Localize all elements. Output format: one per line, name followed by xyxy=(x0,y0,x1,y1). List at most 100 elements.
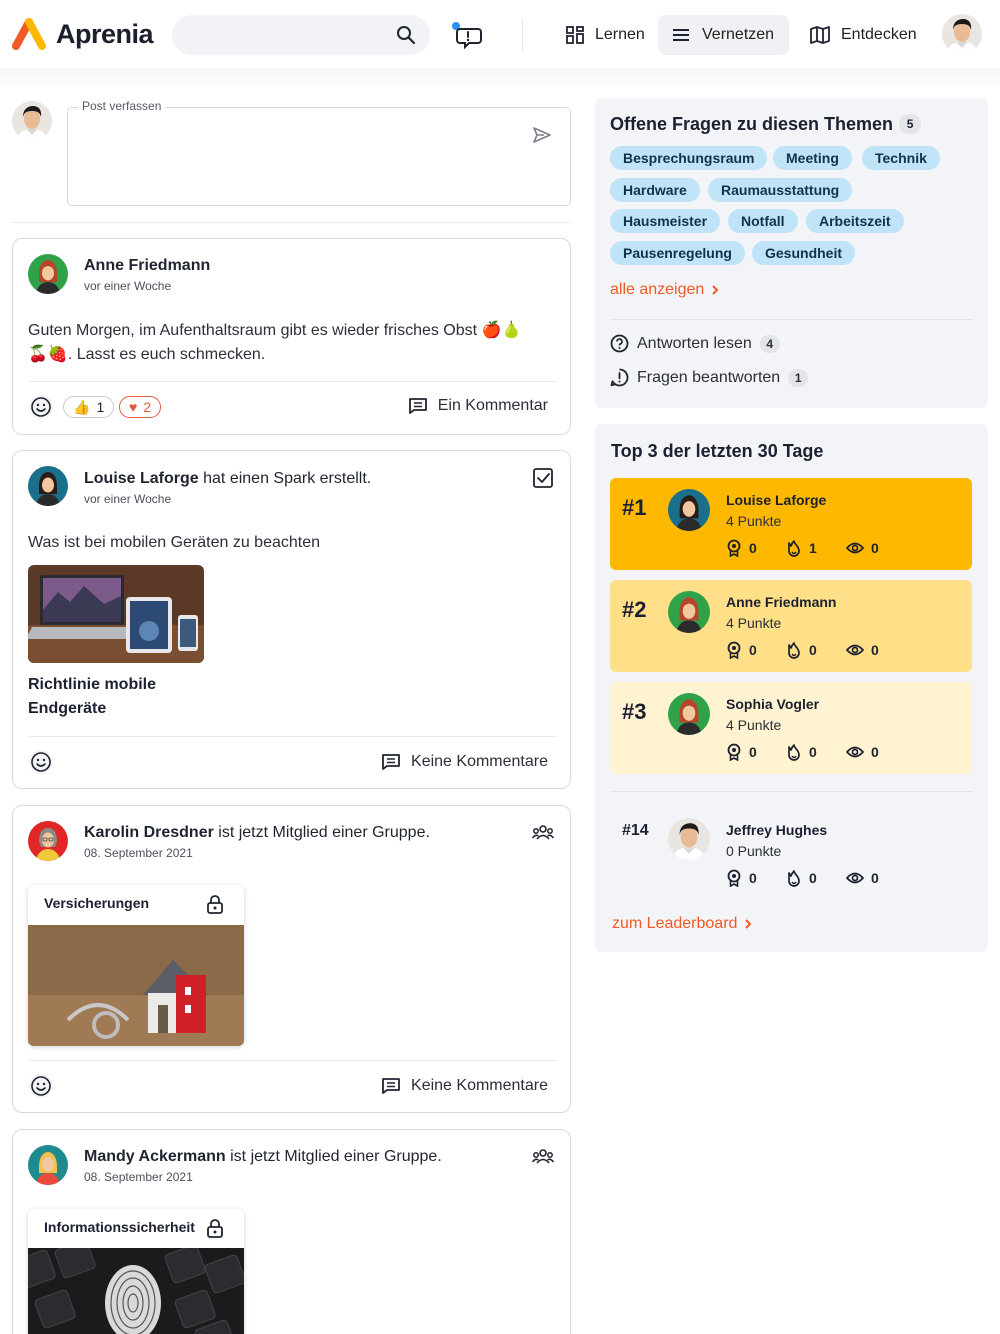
avatar[interactable] xyxy=(28,466,68,506)
spark-chat-icon[interactable] xyxy=(450,20,484,50)
tag-chip[interactable]: Raumausstattung xyxy=(708,178,853,202)
avatar xyxy=(668,591,710,633)
leader-name: Anne Friedmann xyxy=(726,594,837,610)
badge-icon xyxy=(727,641,741,659)
comments-button[interactable]: Keine Kommentare xyxy=(381,1077,548,1095)
leaderboard-entry-me[interactable]: #14 Jeffrey Hughes 0 Punkte 0 0 0 xyxy=(610,804,972,896)
leader-stats: 0 0 0 xyxy=(726,869,906,887)
post-author[interactable]: Louise Laforge hat einen Spark erstellt. xyxy=(84,470,371,488)
heart-icon: ♥ xyxy=(129,399,138,415)
tag-chip[interactable]: Technik xyxy=(862,146,940,170)
leader-points: 0 Punkte xyxy=(726,843,782,859)
count-badge: 5 xyxy=(899,114,922,134)
logo[interactable]: Aprenia xyxy=(12,18,154,50)
top-navbar: Aprenia Lernen Vernetzen Entdecken xyxy=(0,0,1000,68)
group-card[interactable]: Informationssicherheit xyxy=(28,1209,244,1334)
nav-entdecken[interactable]: Entdecken xyxy=(797,15,929,55)
leader-name: Sophia Vogler xyxy=(726,696,820,712)
checkbox-icon[interactable] xyxy=(532,467,554,489)
eye-icon xyxy=(846,542,864,554)
rank: #14 xyxy=(622,822,649,839)
nav-divider xyxy=(522,18,523,52)
badge-icon xyxy=(727,539,741,557)
nav-vernetzen[interactable]: Vernetzen xyxy=(658,15,789,55)
tag-chip[interactable]: Arbeitszeit xyxy=(806,209,904,233)
leaderboard-panel: Top 3 der letzten 30 Tage #1 Louise Lafo… xyxy=(595,424,988,952)
post-text: Was ist bei mobilen Geräten zu beachten xyxy=(28,534,321,551)
reaction-thumbs[interactable]: 👍 1 xyxy=(63,396,115,418)
rank: #1 xyxy=(622,495,647,520)
spark-thumbnail[interactable] xyxy=(28,565,204,663)
user-avatar[interactable] xyxy=(942,14,982,54)
tag-chip[interactable]: Gesundheit xyxy=(752,241,856,265)
post-card: Louise Laforge hat einen Spark erstellt.… xyxy=(12,450,571,789)
tag-chip[interactable]: Hausmeister xyxy=(610,209,721,233)
open-questions-panel: Offene Fragen zu diesen Themen 5 Besprech… xyxy=(595,98,988,408)
chevron-right-icon xyxy=(745,919,752,929)
comments-button[interactable]: Keine Kommentare xyxy=(381,753,548,771)
nav-vernetzen-label: Vernetzen xyxy=(702,26,775,43)
leaderboard-entry[interactable]: #1 Louise Laforge 4 Punkte 0 1 0 xyxy=(610,478,972,570)
badge-icon xyxy=(727,743,741,761)
reaction-count: 2 xyxy=(143,399,152,415)
card-divider xyxy=(28,736,557,737)
lock-icon xyxy=(207,895,223,914)
exclamation-bubble-icon xyxy=(610,368,629,387)
nav-entdecken-label: Entdecken xyxy=(841,26,917,43)
list-icon xyxy=(673,29,689,41)
post-time: vor einer Woche xyxy=(84,492,172,506)
spark-title[interactable]: Richtlinie mobile Endgeräte xyxy=(28,673,156,721)
leader-points: 4 Punkte xyxy=(726,615,782,631)
post-author[interactable]: Anne Friedmann xyxy=(84,257,210,275)
tag-chip[interactable]: Pausenregelung xyxy=(610,241,745,265)
answer-questions-link[interactable]: Fragen beantworten 1 xyxy=(610,368,809,387)
post-author[interactable]: Karolin Dresdner ist jetzt Mitglied eine… xyxy=(84,824,430,842)
search-input[interactable] xyxy=(172,15,430,55)
leaderboard-link[interactable]: zum Leaderboard xyxy=(612,915,753,933)
leader-points: 4 Punkte xyxy=(726,717,782,733)
read-answers-link[interactable]: Antworten lesen 4 xyxy=(610,334,780,353)
tag-chip[interactable]: Besprechungsraum xyxy=(610,146,768,170)
post-card: Mandy Ackermann ist jetzt Mitglied einer… xyxy=(12,1129,571,1334)
panel-title: Top 3 der letzten 30 Tage xyxy=(611,441,824,461)
comments-button[interactable]: Ein Kommentar xyxy=(408,397,548,415)
post-author[interactable]: Mandy Ackermann ist jetzt Mitglied einer… xyxy=(84,1148,442,1166)
leader-stats: 0 1 0 xyxy=(726,539,906,557)
post-time: 08. September 2021 xyxy=(84,1170,193,1184)
show-all-link[interactable]: alle anzeigen xyxy=(610,281,720,299)
leader-stats: 0 0 0 xyxy=(726,641,906,659)
avatar[interactable] xyxy=(28,821,68,861)
logo-icon xyxy=(12,18,46,50)
post-compose-field[interactable] xyxy=(67,107,571,206)
eye-icon xyxy=(846,644,864,656)
leaderboard-entry[interactable]: #2 Anne Friedmann 4 Punkte 0 0 0 xyxy=(610,580,972,672)
avatar[interactable] xyxy=(28,254,68,294)
group-icon xyxy=(532,825,554,840)
tag-chip[interactable]: Hardware xyxy=(610,178,700,202)
reaction-add-icon[interactable] xyxy=(28,394,54,420)
group-image xyxy=(28,925,244,1046)
tag-chip[interactable]: Meeting xyxy=(773,146,852,170)
avatar xyxy=(668,693,710,735)
search-icon[interactable] xyxy=(396,25,416,45)
spark-icon xyxy=(788,744,800,761)
spark-icon xyxy=(788,870,800,887)
group-card[interactable]: Versicherungen xyxy=(28,885,244,1046)
comment-icon xyxy=(408,398,427,414)
group-image xyxy=(28,1248,244,1334)
reaction-add-icon[interactable] xyxy=(28,1073,54,1099)
avatar[interactable] xyxy=(28,1145,68,1185)
tag-chip[interactable]: Notfall xyxy=(728,209,798,233)
nav-lernen[interactable]: Lernen xyxy=(553,15,657,55)
spark-icon xyxy=(788,642,800,659)
leaderboard-entry[interactable]: #3 Sophia Vogler 4 Punkte 0 0 0 xyxy=(610,682,972,774)
send-icon[interactable] xyxy=(532,126,552,144)
reaction-add-icon[interactable] xyxy=(28,749,54,775)
group-icon xyxy=(532,1149,554,1164)
reaction-heart[interactable]: ♥ 2 xyxy=(119,396,162,418)
comment-icon xyxy=(382,1078,400,1094)
logo-text: Aprenia xyxy=(56,18,154,49)
thumbs-up-icon: 👍 xyxy=(73,398,91,415)
compose-label: Post verfassen xyxy=(78,99,166,113)
compose-avatar xyxy=(12,101,52,141)
